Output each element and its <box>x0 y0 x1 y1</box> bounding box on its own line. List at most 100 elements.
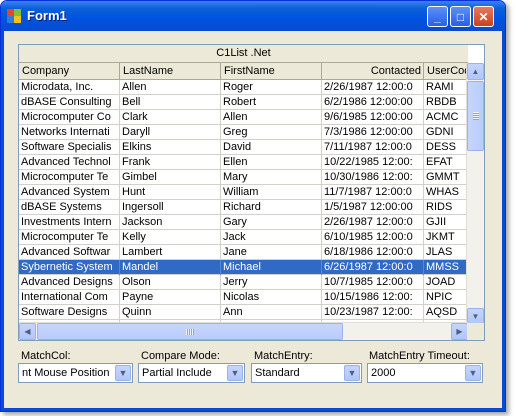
title-bar[interactable]: Form1 _ □ ✕ <box>1 1 505 31</box>
maximize-button[interactable]: □ <box>450 6 471 27</box>
table-cell[interactable]: Microdata, Inc. <box>19 80 120 95</box>
table-row[interactable]: Advanced Technol Frank Ellen 10/22/1985 12:… <box>19 155 468 170</box>
scroll-left-button[interactable]: ◀ <box>19 323 36 340</box>
column-header-contacted[interactable]: Contacted <box>322 63 424 79</box>
vertical-scrollbar[interactable]: ▲ ▼ <box>466 63 484 325</box>
table-cell[interactable]: Networks Internati <box>19 125 120 140</box>
table-cell[interactable]: MMSS <box>424 260 468 275</box>
table-cell[interactable]: Microcomputer Te <box>19 230 120 245</box>
table-cell[interactable]: Quinn <box>120 305 221 320</box>
table-cell[interactable]: 7/11/1987 12:00:0 <box>322 140 424 155</box>
table-row-selected[interactable]: Sybernetic System Mandel Michael 6/26/1987 … <box>19 260 468 275</box>
table-cell[interactable]: 6/26/1987 12:00:0 <box>322 260 424 275</box>
table-cell[interactable]: Sybernetic System <box>19 260 120 275</box>
table-cell[interactable]: AQSD <box>424 305 468 320</box>
table-cell[interactable]: Jack <box>221 230 322 245</box>
table-row[interactable]: Advanced System Hunt William 11/7/1987 12:0… <box>19 185 468 200</box>
table-cell[interactable]: Allen <box>120 80 221 95</box>
table-row[interactable]: Investments Intern Jackson Gary 2/26/1987 1… <box>19 215 468 230</box>
table-cell[interactable]: 2/26/1987 12:00:0 <box>322 215 424 230</box>
table-cell[interactable]: 6/2/1986 12:00:00 <box>322 95 424 110</box>
table-cell[interactable]: ACMC <box>424 110 468 125</box>
table-cell[interactable]: GMMT <box>424 170 468 185</box>
table-row[interactable]: International Com Payne Nicolas 10/15/1986 … <box>19 290 468 305</box>
table-cell[interactable]: Elkins <box>120 140 221 155</box>
table-cell[interactable]: Advanced Technol <box>19 155 120 170</box>
table-cell[interactable]: Olson <box>120 275 221 290</box>
table-cell[interactable]: 9/6/1985 12:00:00 <box>322 110 424 125</box>
matchentry-combo[interactable]: Standard ▼ <box>251 363 362 383</box>
table-cell[interactable]: 10/7/1985 12:00:0 <box>322 275 424 290</box>
column-header-firstname[interactable]: FirstName <box>221 63 322 79</box>
table-cell[interactable]: Investments Intern <box>19 215 120 230</box>
table-cell[interactable]: Allen <box>221 110 322 125</box>
table-cell[interactable]: Software Specialis <box>19 140 120 155</box>
table-cell[interactable]: 6/10/1985 12:00:0 <box>322 230 424 245</box>
table-cell[interactable]: 11/7/1987 12:00:0 <box>322 185 424 200</box>
table-cell[interactable]: Gimbel <box>120 170 221 185</box>
table-cell[interactable]: Michael <box>221 260 322 275</box>
horizontal-scroll-thumb[interactable] <box>37 323 343 340</box>
column-header-lastname[interactable]: LastName <box>120 63 221 79</box>
table-cell[interactable]: Bell <box>120 95 221 110</box>
table-cell[interactable]: Hunt <box>120 185 221 200</box>
table-cell[interactable]: International Com <box>19 290 120 305</box>
column-header-company[interactable]: Company <box>19 63 120 79</box>
chevron-down-icon[interactable]: ▼ <box>344 365 360 381</box>
table-cell[interactable]: 10/30/1986 12:00: <box>322 170 424 185</box>
table-cell[interactable]: Clark <box>120 110 221 125</box>
table-cell[interactable]: JLAS <box>424 245 468 260</box>
table-row[interactable]: Microdata, Inc. Allen Roger 2/26/1987 12:00… <box>19 80 468 95</box>
table-cell[interactable]: Lambert <box>120 245 221 260</box>
table-cell[interactable]: Kelly <box>120 230 221 245</box>
table-cell[interactable]: NPIC <box>424 290 468 305</box>
table-cell[interactable]: JKMT <box>424 230 468 245</box>
table-row[interactable]: Microcomputer Te Kelly Jack 6/10/1985 12:00… <box>19 230 468 245</box>
horizontal-scrollbar[interactable]: ◀ ▶ <box>19 322 468 340</box>
table-cell[interactable]: Nicolas <box>221 290 322 305</box>
table-cell[interactable]: Jerry <box>221 275 322 290</box>
table-cell[interactable]: WHAS <box>424 185 468 200</box>
table-cell[interactable]: Advanced System <box>19 185 120 200</box>
table-row[interactable]: Microcomputer Te Gimbel Mary 10/30/1986 12:… <box>19 170 468 185</box>
table-row[interactable]: Advanced Designs Olson Jerry 10/7/1985 12:0… <box>19 275 468 290</box>
table-cell[interactable]: Daryll <box>120 125 221 140</box>
chevron-down-icon[interactable]: ▼ <box>227 365 243 381</box>
table-cell[interactable]: Richard <box>221 200 322 215</box>
table-cell[interactable]: Microcomputer Co <box>19 110 120 125</box>
table-cell[interactable]: Roger <box>221 80 322 95</box>
table-cell[interactable]: Ann <box>221 305 322 320</box>
table-cell[interactable]: dBASE Systems <box>19 200 120 215</box>
table-row[interactable]: Microcomputer Co Clark Allen 9/6/1985 12:00… <box>19 110 468 125</box>
table-cell[interactable]: Ingersoll <box>120 200 221 215</box>
table-row[interactable]: Networks Internati Daryll Greg 7/3/1986 12:… <box>19 125 468 140</box>
table-row[interactable]: dBASE Consulting Bell Robert 6/2/1986 12:00… <box>19 95 468 110</box>
table-cell[interactable]: 10/22/1985 12:00: <box>322 155 424 170</box>
table-cell[interactable]: Frank <box>120 155 221 170</box>
table-cell[interactable]: 6/18/1986 12:00:0 <box>322 245 424 260</box>
table-cell[interactable]: Jane <box>221 245 322 260</box>
table-cell[interactable]: Ellen <box>221 155 322 170</box>
table-cell[interactable]: EFAT <box>424 155 468 170</box>
table-row[interactable]: Advanced Softwar Lambert Jane 6/18/1986 12:… <box>19 245 468 260</box>
scroll-right-button[interactable]: ▶ <box>451 323 468 340</box>
table-cell[interactable]: 7/3/1986 12:00:00 <box>322 125 424 140</box>
table-cell[interactable]: 2/26/1987 12:00:0 <box>322 80 424 95</box>
table-cell[interactable]: David <box>221 140 322 155</box>
table-cell[interactable]: Jackson <box>120 215 221 230</box>
minimize-button[interactable]: _ <box>427 6 448 27</box>
table-cell[interactable]: RBDB <box>424 95 468 110</box>
column-header-usercode[interactable]: UserCode <box>424 63 468 79</box>
table-cell[interactable]: dBASE Consulting <box>19 95 120 110</box>
table-row[interactable]: dBASE Systems Ingersoll Richard 1/5/1987 12… <box>19 200 468 215</box>
table-cell[interactable]: GDNI <box>424 125 468 140</box>
table-cell[interactable]: DESS <box>424 140 468 155</box>
table-cell[interactable]: Mary <box>221 170 322 185</box>
table-row[interactable]: Software Designs Quinn Ann 10/23/1987 12:00… <box>19 305 468 320</box>
c1-list-grid[interactable]: C1List .Net Company LastName FirstName C… <box>18 44 485 341</box>
table-cell[interactable]: Software Designs <box>19 305 120 320</box>
table-cell[interactable]: RAMI <box>424 80 468 95</box>
table-row[interactable]: Software Specialis Elkins David 7/11/1987 1… <box>19 140 468 155</box>
table-cell[interactable]: Advanced Softwar <box>19 245 120 260</box>
table-cell[interactable]: Greg <box>221 125 322 140</box>
